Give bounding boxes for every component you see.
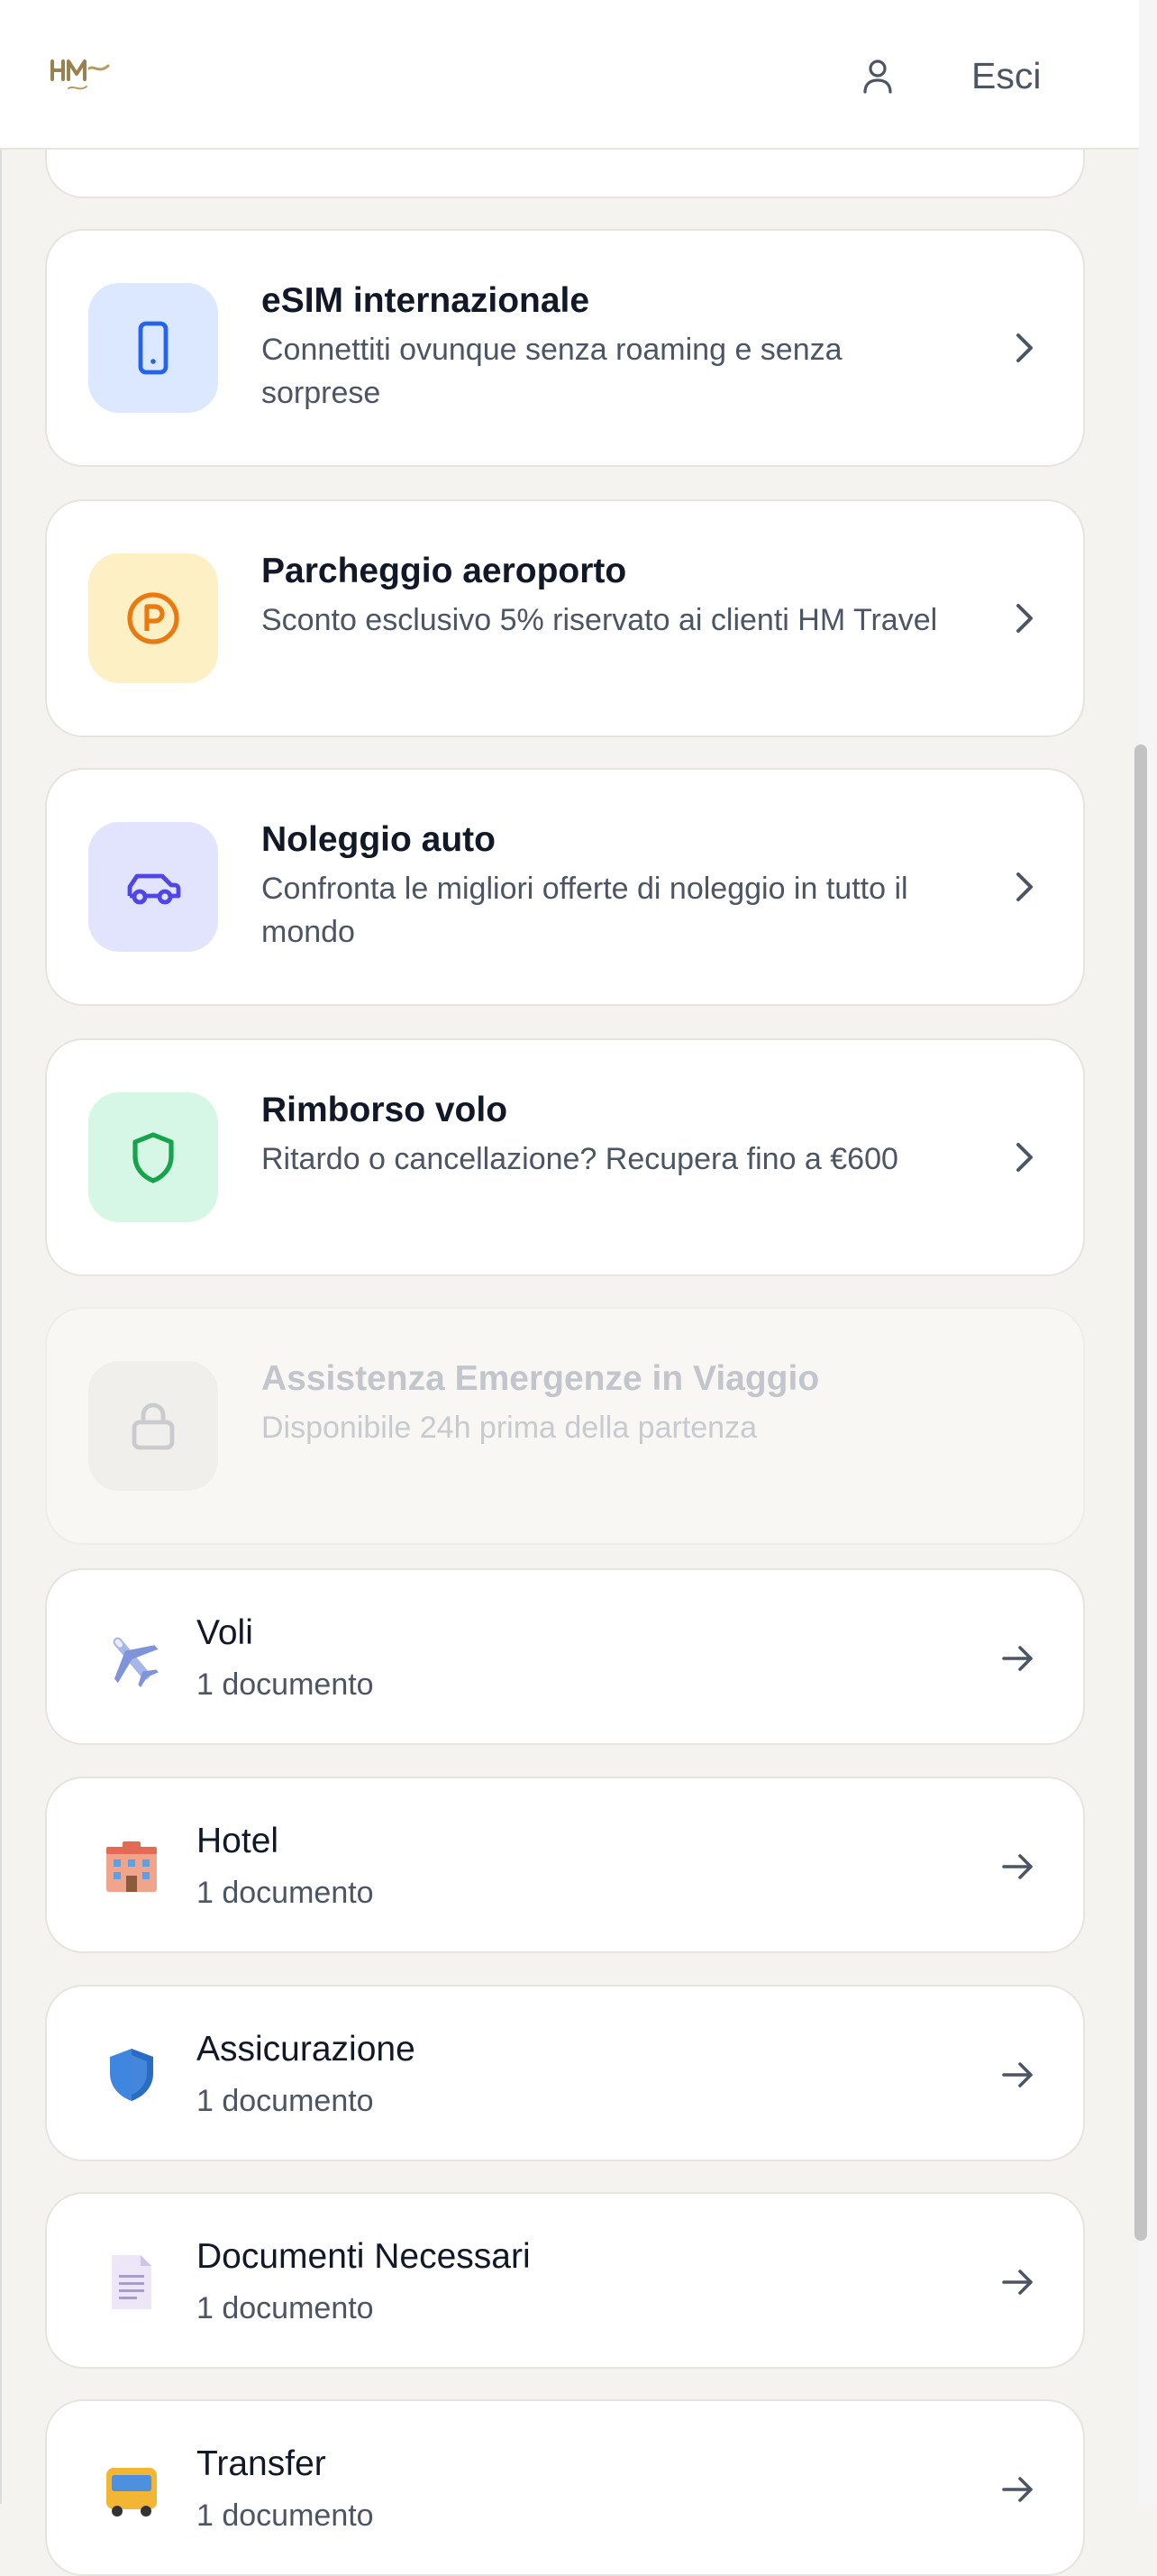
service-card-car[interactable]: Noleggio auto Confronta le migliori offe… — [45, 768, 1085, 1006]
service-tile — [88, 283, 218, 413]
service-description: Connettiti ovunque senza roaming e senza… — [261, 333, 843, 410]
chevron-right-icon — [1016, 1143, 1033, 1172]
document-count: 1 documento — [196, 1876, 374, 1910]
arrow-right-icon — [1002, 1646, 1033, 1671]
document-card-transfer[interactable]: Transfer 1 documento — [45, 2399, 1085, 2576]
service-card-parking[interactable]: Parcheggio aeroporto Sconto esclusivo 5%… — [45, 499, 1085, 737]
service-title: Parcheggio aeroporto — [261, 552, 627, 590]
document-title: Voli — [196, 1613, 253, 1652]
service-description: Disponibile 24h prima della partenza — [261, 1411, 757, 1445]
service-title: eSIM internazionale — [261, 281, 590, 320]
arrow-right-icon — [1002, 2270, 1033, 2295]
car-icon — [127, 873, 181, 905]
shield-icon — [97, 2041, 166, 2109]
service-tile — [88, 822, 218, 952]
document-card-hotel[interactable]: Hotel 1 documento — [45, 1777, 1085, 1953]
service-description: Confronta le migliori offerte di noleggi… — [261, 872, 908, 949]
parking-icon — [127, 592, 179, 644]
service-title: Rimborso volo — [261, 1091, 508, 1129]
service-tile — [88, 1361, 218, 1491]
document-icon — [97, 2248, 166, 2316]
scroll-content[interactable]: eSIM internazionale Connettiti ovunque s… — [0, 0, 1139, 2576]
service-tile — [88, 553, 218, 683]
document-title: Documenti Necessari — [196, 2237, 531, 2276]
shield-icon — [132, 1132, 174, 1183]
service-description: Ritardo o cancellazione? Recupera fino a… — [261, 1142, 898, 1176]
lock-icon — [132, 1402, 175, 1450]
document-title: Transfer — [196, 2444, 326, 2483]
arrow-right-icon — [1002, 2477, 1033, 2502]
airplane-icon — [97, 1624, 166, 1693]
logout-button[interactable]: Esci — [971, 49, 1041, 103]
bus-icon — [97, 2455, 166, 2524]
service-title: Noleggio auto — [261, 820, 496, 859]
user-profile-button[interactable] — [858, 56, 897, 96]
service-tile — [88, 1092, 218, 1222]
document-card-required-docs[interactable]: Documenti Necessari 1 documento — [45, 2192, 1085, 2369]
chevron-right-icon — [1016, 604, 1033, 633]
arrow-right-icon — [1002, 1854, 1033, 1879]
document-count: 1 documento — [196, 1667, 374, 1702]
user-icon — [863, 59, 892, 94]
service-description: Sconto esclusivo 5% riservato ai clienti… — [261, 603, 938, 637]
document-count: 1 documento — [196, 2084, 374, 2118]
document-title: Hotel — [196, 1822, 279, 1860]
arrow-right-icon — [1002, 2062, 1033, 2087]
service-card-assistance: Assistenza Emergenze in Viaggio Disponib… — [45, 1307, 1085, 1545]
smartphone-icon — [138, 321, 169, 375]
chevron-right-icon — [1016, 872, 1033, 901]
document-count: 1 documento — [196, 2291, 374, 2325]
document-card-voli[interactable]: Voli 1 documento — [45, 1568, 1085, 1745]
app-header: Esci — [0, 0, 1139, 150]
hm-travel-logo[interactable] — [49, 54, 114, 96]
service-card-refund[interactable]: Rimborso volo Ritardo o cancellazione? R… — [45, 1038, 1085, 1276]
hotel-icon — [97, 1832, 166, 1901]
scrollbar-thumb[interactable] — [1134, 744, 1147, 2241]
service-title: Assistenza Emergenze in Viaggio — [261, 1359, 820, 1398]
document-card-insurance[interactable]: Assicurazione 1 documento — [45, 1985, 1085, 2161]
chevron-right-icon — [1016, 333, 1033, 362]
document-title: Assicurazione — [196, 2030, 415, 2069]
service-card-esim[interactable]: eSIM internazionale Connettiti ovunque s… — [45, 229, 1085, 467]
